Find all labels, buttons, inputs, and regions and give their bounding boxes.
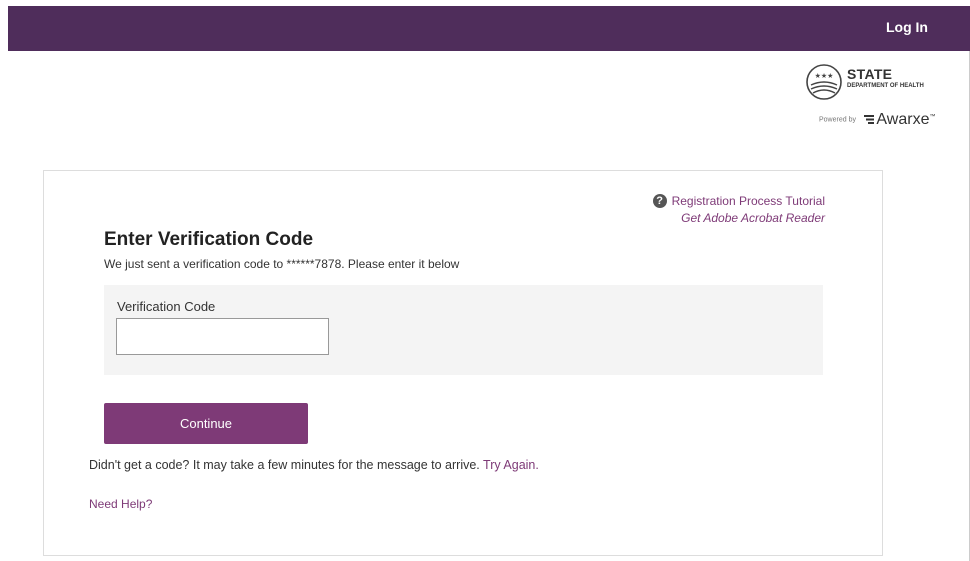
question-circle-icon: ?	[652, 194, 667, 208]
svg-text:★★★: ★★★	[815, 72, 834, 80]
need-help-link[interactable]: Need Help?	[89, 497, 152, 511]
awarxe-logo-icon	[864, 115, 875, 124]
tutorial-link-label: Registration Process Tutorial	[671, 194, 825, 208]
brand-department-text: DEPARTMENT OF HEALTH	[847, 83, 924, 89]
registration-tutorial-link[interactable]: ? Registration Process Tutorial	[652, 194, 825, 208]
top-navigation-bar: Log In	[8, 6, 970, 51]
verification-code-input[interactable]	[116, 318, 329, 355]
resend-message: Didn't get a code? It may take a few min…	[89, 458, 539, 472]
instruction-text: We just sent a verification code to ****…	[104, 257, 460, 271]
login-link[interactable]: Log In	[886, 19, 928, 35]
adobe-reader-link[interactable]: Get Adobe Acrobat Reader	[653, 211, 825, 225]
resend-text: Didn't get a code? It may take a few min…	[89, 458, 484, 472]
trademark-text: ™	[929, 113, 936, 120]
help-links: ? Registration Process Tutorial Get Adob…	[652, 191, 825, 225]
verification-code-panel: Verification Code	[104, 285, 823, 375]
page-title: Enter Verification Code	[104, 229, 314, 250]
powered-by-text: Powered by	[819, 116, 856, 124]
product-name-text: Awarxe	[876, 111, 930, 128]
continue-button[interactable]: Continue	[104, 403, 308, 444]
powered-by-line: Powered by Awarxe™	[819, 111, 935, 129]
brand-logo: ★★★ STATE DEPARTMENT OF HEALTH Powered b…	[805, 63, 955, 153]
verification-card: ? Registration Process Tutorial Get Adob…	[43, 170, 883, 556]
brand-state-text: STATE	[847, 66, 893, 82]
try-again-link[interactable]: Try Again.	[483, 458, 539, 472]
verification-code-label: Verification Code	[117, 299, 216, 314]
state-seal-icon: ★★★	[806, 64, 842, 100]
